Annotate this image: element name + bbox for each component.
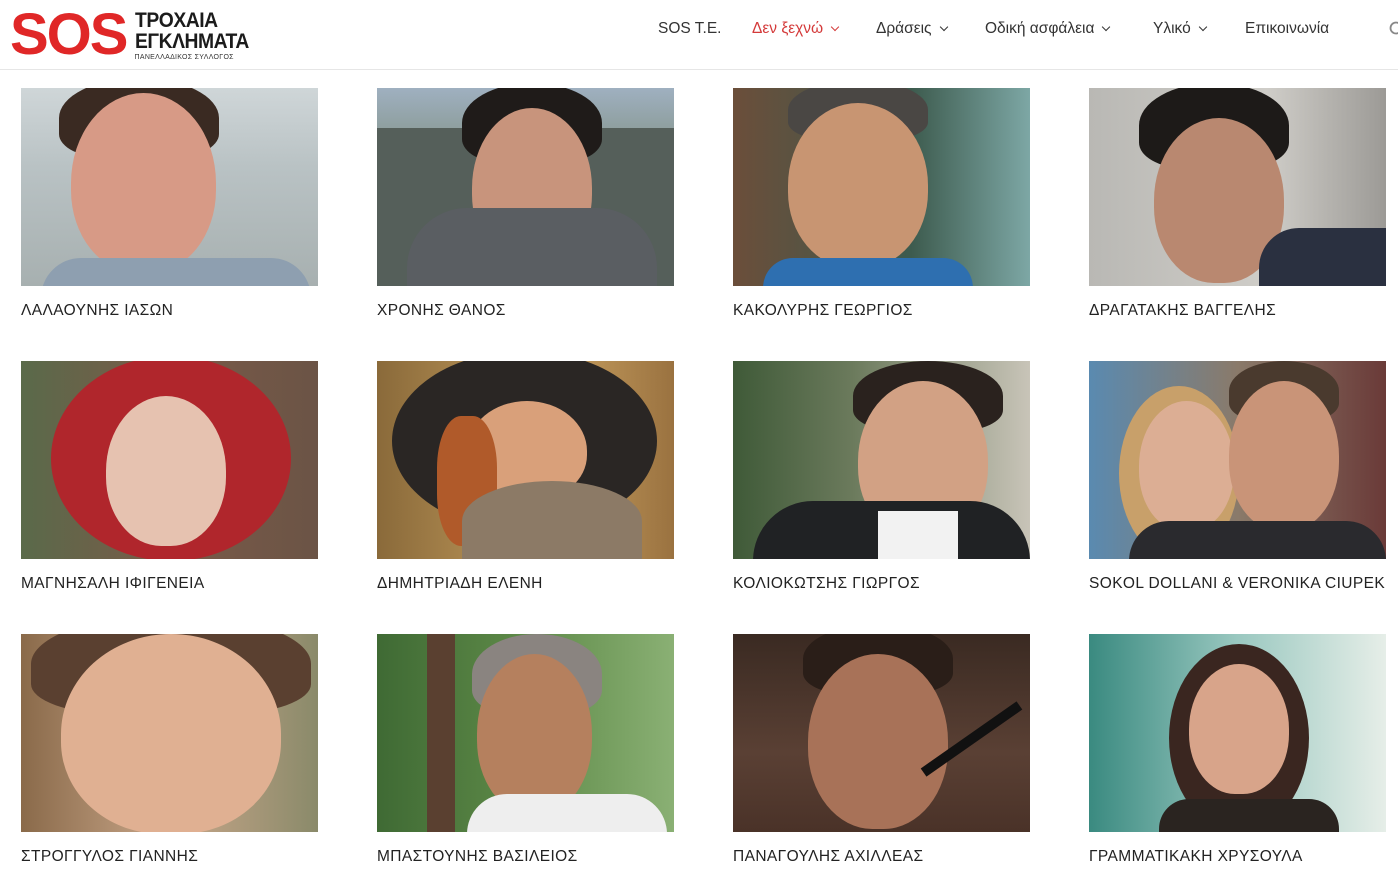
nav-item-label: Οδική ασφάλεια	[985, 20, 1095, 37]
logo-line3: ΠΑΝΕΛΛΑΔΙΚΟΣ ΣΥΛΛΟΓΟΣ	[134, 53, 234, 61]
memorial-photo[interactable]	[21, 88, 318, 286]
memorial-name[interactable]: ΓΡΑΜΜΑΤΙΚΑΚΗ ΧΡΥΣΟΥΛΑ	[1089, 848, 1303, 866]
memorial-card[interactable]: ΣΤΡΟΓΓΥΛΟΣ ΓΙΑΝΝΗΣ	[21, 634, 318, 865]
nav-item-yliko[interactable]: Υλικό	[1153, 20, 1207, 38]
memorial-name[interactable]: ΚΟΛΙΟΚΩΤΣΗΣ ΓΙΩΡΓΟΣ	[733, 575, 920, 593]
memorial-name[interactable]: ΜΠΑΣΤΟΥΝΗΣ ΒΑΣΙΛΕΙΟΣ	[377, 848, 578, 866]
memorial-photo[interactable]	[733, 634, 1030, 832]
nav-item-epikoinonia[interactable]: Επικοινωνία	[1245, 20, 1329, 38]
memorial-photo[interactable]	[733, 361, 1030, 559]
logo-text: ΤΡΟΧΑΙΑ ΕΓΚΛΗΜΑΤΑ ΠΑΝΕΛΛΑΔΙΚΟΣ ΣΥΛΛΟΓΟΣ	[135, 10, 259, 61]
memorial-name[interactable]: ΧΡΟΝΗΣ ΘΑΝΟΣ	[377, 302, 506, 320]
memorial-name[interactable]: ΚΑΚΟΛΥΡΗΣ ΓΕΩΡΓΙΟΣ	[733, 302, 913, 320]
nav-item-label: Δράσεις	[876, 20, 932, 37]
nav-item-sos-te[interactable]: SOS T.E.	[658, 20, 721, 38]
memorial-photo[interactable]	[377, 88, 674, 286]
nav-item-label: Επικοινωνία	[1245, 20, 1330, 37]
memorial-photo[interactable]	[377, 361, 674, 559]
memorial-card[interactable]: ΜΑΓΝΗΣΑΛΗ ΙΦΙΓΕΝΕΙΑ	[21, 361, 318, 592]
nav-item-label: Δεν ξεχνώ	[752, 20, 824, 37]
logo-line2: ΕΓΚΛΗΜΑΤΑ	[134, 29, 249, 53]
memorial-photo[interactable]	[21, 361, 318, 559]
memorial-name[interactable]: ΣΤΡΟΓΓΥΛΟΣ ΓΙΑΝΝΗΣ	[21, 848, 198, 866]
memorial-photo[interactable]	[1089, 634, 1386, 832]
nav-item-label: SOS T.E.	[658, 20, 722, 37]
nav-item-draseis[interactable]: Δράσεις	[876, 20, 948, 38]
chevron-down-icon	[939, 22, 948, 32]
chevron-down-icon	[1198, 22, 1207, 32]
memorial-photo[interactable]	[733, 88, 1030, 286]
nav-item-label: Υλικό	[1153, 20, 1191, 37]
nav-item-den-xexno[interactable]: Δεν ξεχνώ	[752, 20, 840, 38]
memorial-card[interactable]: ΓΡΑΜΜΑΤΙΚΑΚΗ ΧΡΥΣΟΥΛΑ	[1089, 634, 1386, 865]
memorial-card[interactable]: ΔΗΜΗΤΡΙΑΔΗ ΕΛΕΝΗ	[377, 361, 674, 592]
memorial-photo[interactable]	[377, 634, 674, 832]
memorial-name[interactable]: ΔΗΜΗΤΡΙΑΔΗ ΕΛΕΝΗ	[377, 575, 543, 593]
memorial-photo[interactable]	[21, 634, 318, 832]
logo-sos: SOS	[10, 2, 128, 67]
memorial-photo[interactable]	[1089, 361, 1386, 559]
memorial-card[interactable]: ΜΠΑΣΤΟΥΝΗΣ ΒΑΣΙΛΕΙΟΣ	[377, 634, 674, 865]
site-logo[interactable]: SOS ΤΡΟΧΑΙΑ ΕΓΚΛΗΜΑΤΑ ΠΑΝΕΛΛΑΔΙΚΟΣ ΣΥΛΛΟ…	[10, 6, 258, 64]
memorial-card[interactable]: ΠΑΝΑΓΟΥΛΗΣ ΑΧΙΛΛΕΑΣ	[733, 634, 1030, 865]
chevron-down-icon	[830, 22, 840, 32]
memorial-name[interactable]: ΜΑΓΝΗΣΑΛΗ ΙΦΙΓΕΝΕΙΑ	[21, 575, 205, 593]
nav-item-odiki-asfaleia[interactable]: Οδική ασφάλεια	[985, 20, 1111, 38]
memorial-photo[interactable]	[1089, 88, 1386, 286]
search-icon[interactable]	[1389, 21, 1398, 37]
logo-line1: ΤΡΟΧΑΙΑ	[134, 8, 218, 32]
memorial-card[interactable]: SOKOL DOLLANI & VERONIKA CIUPEK	[1089, 361, 1386, 592]
memorial-name[interactable]: ΠΑΝΑΓΟΥΛΗΣ ΑΧΙΛΛΕΑΣ	[733, 848, 923, 866]
memorial-card[interactable]: ΛΑΛΑΟΥΝΗΣ ΙΑΣΩΝ	[21, 88, 318, 319]
memorial-card[interactable]: ΔΡΑΓΑΤΑΚΗΣ ΒΑΓΓΕΛΗΣ	[1089, 88, 1386, 319]
chevron-down-icon	[1102, 22, 1111, 32]
memorial-card[interactable]: ΧΡΟΝΗΣ ΘΑΝΟΣ	[377, 88, 674, 319]
memorial-card[interactable]: ΚΟΛΙΟΚΩΤΣΗΣ ΓΙΩΡΓΟΣ	[733, 361, 1030, 592]
memorial-name[interactable]: ΔΡΑΓΑΤΑΚΗΣ ΒΑΓΓΕΛΗΣ	[1089, 302, 1276, 320]
memorial-name[interactable]: ΛΑΛΑΟΥΝΗΣ ΙΑΣΩΝ	[21, 302, 173, 320]
site-header: SOS ΤΡΟΧΑΙΑ ΕΓΚΛΗΜΑΤΑ ΠΑΝΕΛΛΑΔΙΚΟΣ ΣΥΛΛΟ…	[0, 0, 1398, 70]
memorial-card[interactable]: ΚΑΚΟΛΥΡΗΣ ΓΕΩΡΓΙΟΣ	[733, 88, 1030, 319]
memorial-name[interactable]: SOKOL DOLLANI & VERONIKA CIUPEK	[1089, 575, 1385, 593]
